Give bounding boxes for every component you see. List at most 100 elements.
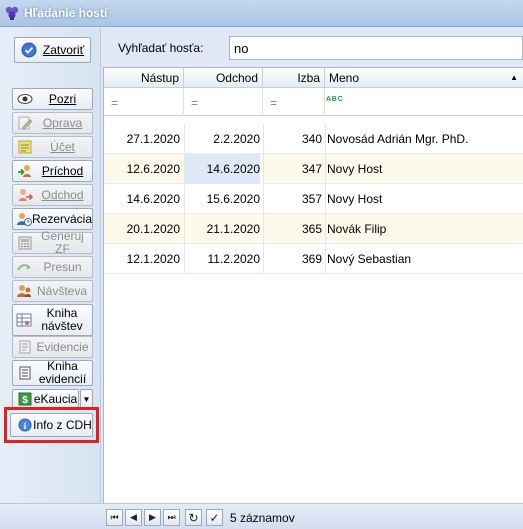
filter-equals-icon: = — [191, 96, 199, 110]
invoice-icon — [17, 235, 33, 251]
next-record-button[interactable]: ▶ — [144, 509, 161, 526]
records-book-button-label: Kniha evidencií — [38, 359, 87, 386]
visit-button[interactable]: Návšteva — [12, 280, 93, 302]
records-icon — [17, 339, 33, 355]
move-button-label: Presun — [43, 259, 82, 274]
grid-header: Nástup Odchod Izba Meno ▲ — [104, 68, 523, 88]
check-icon: ✓ — [209, 510, 220, 525]
cell-odchod: 14.6.2020 — [184, 154, 260, 184]
text-filter-icon: A B C — [326, 96, 343, 103]
check-circle-icon — [21, 42, 37, 58]
close-button[interactable]: Zatvoriť — [14, 37, 91, 63]
cell-izba: 369 — [301, 252, 322, 266]
column-header-nastup[interactable]: Nástup — [104, 68, 184, 88]
deposit-button[interactable]: $ eKaucia — [12, 389, 79, 409]
record-count: 5 záznamov — [230, 511, 295, 525]
arrival-button-label: Príchod — [41, 163, 84, 178]
cell-meno: Novosád Adrián Mgr. PhD. — [327, 132, 469, 146]
previous-record-button[interactable]: ◀ — [125, 509, 142, 526]
visit-book-button[interactable]: Kniha návštev — [12, 304, 93, 336]
search-label: Vyhľadať hosťa: — [118, 41, 204, 55]
search-row: Vyhľadať hosťa: — [103, 36, 523, 62]
reservation-button-label: Rezervácia — [32, 211, 93, 226]
cell-nastup: 12.6.2020 — [126, 162, 180, 176]
arrival-button[interactable]: Príchod — [12, 160, 93, 182]
records-button[interactable]: Evidencie — [12, 336, 93, 358]
visit-book-button-label: Kniha návštev — [41, 306, 83, 333]
bill-button-label: Účet — [50, 139, 75, 154]
filter-cell-odchod[interactable]: = — [184, 88, 263, 116]
reservation-button[interactable]: Rezervácia — [12, 208, 93, 230]
cell-izba: 347 — [301, 162, 322, 176]
deposit-dropdown-button[interactable]: ▼ — [80, 389, 93, 409]
records-book-icon — [17, 365, 33, 381]
eye-icon — [17, 91, 33, 107]
close-button-label: Zatvoriť — [42, 42, 85, 57]
first-record-button[interactable]: ⏮ — [106, 509, 123, 526]
generate-invoice-button-label: Generuj ZF — [41, 229, 84, 256]
edit-icon — [17, 115, 33, 131]
cell-odchod: 2.2.2020 — [213, 132, 260, 146]
filter-row: = = = A B C — [104, 88, 523, 116]
table-row[interactable]: 12.6.2020 14.6.2020 347 Novy Host — [104, 154, 523, 184]
confirm-button[interactable]: ✓ — [206, 509, 223, 526]
cell-meno: Novák Filip — [327, 222, 387, 236]
last-record-button[interactable]: ⏭ — [163, 509, 180, 526]
arrival-icon — [17, 163, 33, 179]
column-header-meno[interactable]: Meno ▲ — [325, 68, 523, 88]
chevron-down-icon: ▼ — [82, 394, 91, 404]
filter-cell-izba[interactable]: = — [263, 88, 325, 116]
departure-icon — [17, 187, 33, 203]
cell-meno: Nový Sebastian — [327, 252, 412, 266]
visit-button-label: Návšteva — [36, 283, 88, 298]
highlight-frame — [4, 407, 99, 443]
cell-meno: Novy Host — [327, 192, 383, 206]
generate-invoice-button[interactable]: Generuj ZF — [12, 229, 93, 256]
deposit-icon: $ — [17, 391, 33, 407]
guest-grid: Nástup Odchod Izba Meno ▲ = = = A B C 27… — [103, 67, 523, 503]
move-button[interactable]: Presun — [12, 256, 93, 278]
edit-button[interactable]: Oprava — [12, 112, 93, 134]
window-title: Hľadanie hostí — [24, 6, 108, 20]
search-input[interactable] — [229, 36, 523, 60]
title-bar: Hľadanie hostí — [0, 0, 523, 27]
cell-nastup: 27.1.2020 — [126, 132, 180, 146]
filter-cell-meno[interactable] — [325, 88, 523, 116]
bill-button[interactable]: Účet — [12, 136, 93, 158]
app-icon — [5, 6, 19, 20]
cell-nastup: 20.1.2020 — [126, 222, 180, 236]
previous-icon: ◀ — [130, 512, 137, 522]
column-header-izba[interactable]: Izba — [263, 68, 325, 88]
cell-odchod: 15.6.2020 — [206, 192, 260, 206]
filter-cell-nastup[interactable]: = — [104, 88, 184, 116]
next-icon: ▶ — [149, 512, 156, 522]
status-bar: ⏮ ◀ ▶ ⏭ ↻ ✓ 5 záznamov — [0, 503, 523, 529]
column-header-odchod[interactable]: Odchod — [184, 68, 263, 88]
filter-equals-icon: = — [111, 96, 119, 110]
table-row[interactable]: 27.1.2020 2.2.2020 340 Novosád Adrián Mg… — [104, 124, 523, 154]
departure-button[interactable]: Odchod — [12, 184, 93, 206]
cell-izba: 340 — [301, 132, 322, 146]
refresh-icon: ↻ — [188, 510, 199, 525]
table-row[interactable]: 12.1.2020 11.2.2020 369 Nový Sebastian — [104, 244, 523, 274]
cell-meno: Novy Host — [327, 162, 383, 176]
cell-izba: 357 — [301, 192, 322, 206]
cell-odchod: 21.1.2020 — [206, 222, 260, 236]
move-icon — [17, 259, 33, 275]
refresh-button[interactable]: ↻ — [185, 509, 202, 526]
view-button-label: Pozri — [48, 91, 77, 106]
table-row[interactable]: 20.1.2020 21.1.2020 365 Novák Filip — [104, 214, 523, 244]
cell-nastup: 14.6.2020 — [126, 192, 180, 206]
deposit-button-label: eKaucia — [33, 391, 78, 406]
filter-equals-icon: = — [270, 96, 278, 110]
column-header-meno-label: Meno — [329, 71, 360, 85]
table-row[interactable]: 14.6.2020 15.6.2020 357 Novy Host — [104, 184, 523, 214]
bill-icon — [17, 139, 33, 155]
cell-nastup: 12.1.2020 — [126, 252, 180, 266]
edit-button-label: Oprava — [42, 115, 83, 130]
last-icon: ⏭ — [167, 512, 176, 522]
records-book-button[interactable]: Kniha evidencií — [12, 360, 93, 386]
sort-ascending-icon: ▲ — [510, 73, 518, 82]
view-button[interactable]: Pozri — [12, 88, 93, 110]
reservation-icon — [16, 211, 32, 227]
